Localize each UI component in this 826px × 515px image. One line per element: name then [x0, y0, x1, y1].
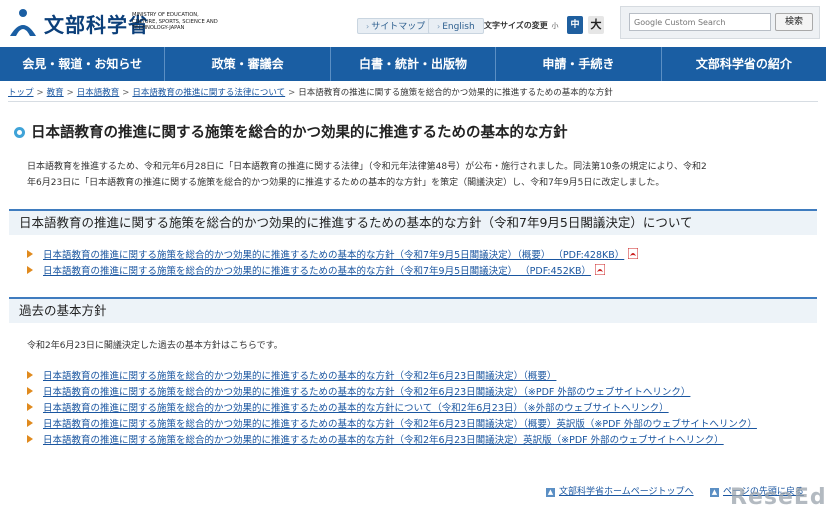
- nav-item-whitepaper[interactable]: 白書・統計・出版物: [331, 47, 497, 81]
- past-policy-pdf-link[interactable]: 日本語教育の推進に関する施策を総合的かつ効果的に推進するための基本的な方針（令和…: [43, 387, 690, 398]
- list-item: 日本語教育の推進に関する施策を総合的かつ効果的に推進するための基本的な方針（令和…: [27, 248, 639, 263]
- past-policy-notice-link[interactable]: 日本語教育の推進に関する施策を総合的かつ効果的に推進するための基本的な方針につい…: [43, 403, 669, 414]
- breadcrumb: トップ > 教育 > 日本語教育 > 日本語教育の推進に関する法律について > 日本語教育の推進…: [8, 88, 613, 98]
- english-button[interactable]: › English: [428, 18, 484, 34]
- logo-english-text: MINISTRY OF EDUCATION, CULTURE, SPORTS, …: [132, 12, 218, 31]
- global-nav: 会見・報道・お知らせ 政策・審議会 白書・統計・出版物 申請・手続き 文部科学省…: [0, 47, 826, 81]
- section-heading-current-policy: 日本語教育の推進に関する施策を総合的かつ効果的に推進するための基本的な方針（令和…: [9, 209, 817, 235]
- breadcrumb-current: 日本語教育の推進に関する施策を総合的かつ効果的に推進するための基本的な方針: [298, 88, 613, 98]
- bullet-icon: [27, 250, 33, 258]
- past-summary-link[interactable]: 日本語教育の推進に関する施策を総合的かつ効果的に推進するための基本的な方針（令和…: [43, 371, 556, 382]
- pdf-icon: [628, 248, 639, 259]
- font-size-label: 文字サイズの変更: [484, 21, 548, 30]
- sitemap-button[interactable]: › サイトマップ: [357, 18, 435, 34]
- bullet-icon: [27, 266, 33, 274]
- bullet-icon: [27, 371, 33, 379]
- list-item: 日本語教育の推進に関する施策を総合的かつ効果的に推進するための基本的な方針（令和…: [27, 370, 556, 384]
- nav-item-press[interactable]: 会見・報道・お知らせ: [0, 47, 166, 81]
- past-policy-english-link[interactable]: 日本語教育の推進に関する施策を総合的かつ効果的に推進するための基本的な方針（令和…: [43, 435, 724, 446]
- arrow-up-icon: ▲: [710, 488, 719, 497]
- search-input[interactable]: [629, 13, 771, 31]
- font-size-small-button[interactable]: 小: [548, 19, 562, 33]
- pdf-icon: [595, 264, 606, 275]
- divider: [8, 101, 818, 102]
- policy-summary-pdf-link[interactable]: 日本語教育の推進に関する施策を総合的かつ効果的に推進するための基本的な方針（令和…: [43, 250, 624, 261]
- font-size-medium-button[interactable]: 中: [567, 16, 583, 34]
- list-item: 日本語教育の推進に関する施策を総合的かつ効果的に推進するための基本的な方針（令和…: [27, 418, 757, 432]
- font-size-large-button[interactable]: 大: [588, 16, 604, 34]
- past-summary-english-link[interactable]: 日本語教育の推進に関する施策を総合的かつ効果的に推進するための基本的な方針（令和…: [43, 419, 757, 430]
- nav-item-application[interactable]: 申請・手続き: [496, 47, 662, 81]
- list-item: 日本語教育の推進に関する施策を総合的かつ効果的に推進するための基本的な方針につい…: [27, 402, 669, 416]
- breadcrumb-education[interactable]: 教育: [47, 88, 64, 98]
- watermark-logo: ReseEd: [730, 485, 826, 510]
- bullet-icon: [27, 419, 33, 427]
- site-logo[interactable]: 文部科学省 MINISTRY OF EDUCATION, CULTURE, SP…: [6, 6, 218, 40]
- chevron-right-icon: ›: [437, 22, 441, 31]
- home-page-link[interactable]: ▲ 文部科学省ホームページトップへ: [546, 484, 694, 497]
- arrow-up-icon: ▲: [546, 488, 555, 497]
- bullet-icon: [27, 387, 33, 395]
- title-bullet-icon: [14, 127, 25, 138]
- bullet-icon: [27, 403, 33, 411]
- nav-item-policy[interactable]: 政策・審議会: [165, 47, 331, 81]
- list-item: 日本語教育の推進に関する施策を総合的かつ効果的に推進するための基本的な方針（令和…: [27, 386, 690, 400]
- section-heading-past-policy: 過去の基本方針: [9, 297, 817, 323]
- search-button[interactable]: 検索: [775, 13, 813, 31]
- past-policy-text: 令和2年6月23日に閣議決定した過去の基本方針はこちらです。: [27, 341, 283, 351]
- list-item: 日本語教育の推進に関する施策を総合的かつ効果的に推進するための基本的な方針（令和…: [27, 264, 606, 279]
- policy-full-pdf-link[interactable]: 日本語教育の推進に関する施策を総合的かつ効果的に推進するための基本的な方針（令和…: [43, 266, 591, 277]
- nav-item-about[interactable]: 文部科学省の紹介: [662, 47, 826, 81]
- site-header: 文部科学省 MINISTRY OF EDUCATION, CULTURE, SP…: [0, 0, 826, 45]
- breadcrumb-law[interactable]: 日本語教育の推進に関する法律について: [132, 88, 285, 98]
- chevron-right-icon: ›: [366, 22, 370, 31]
- breadcrumb-top[interactable]: トップ: [8, 88, 34, 98]
- bullet-icon: [27, 435, 33, 443]
- search-box: 検索: [620, 6, 820, 39]
- intro-paragraph: 日本語教育を推進するため、令和元年6月28日に「日本語教育の推進に関する法律」（…: [27, 162, 707, 188]
- breadcrumb-japanese-education[interactable]: 日本語教育: [77, 88, 120, 98]
- list-item: 日本語教育の推進に関する施策を総合的かつ効果的に推進するための基本的な方針（令和…: [27, 434, 724, 448]
- page-title: 日本語教育の推進に関する施策を総合的かつ効果的に推進するための基本的な方針: [14, 121, 568, 142]
- mext-logo-icon: [10, 9, 36, 36]
